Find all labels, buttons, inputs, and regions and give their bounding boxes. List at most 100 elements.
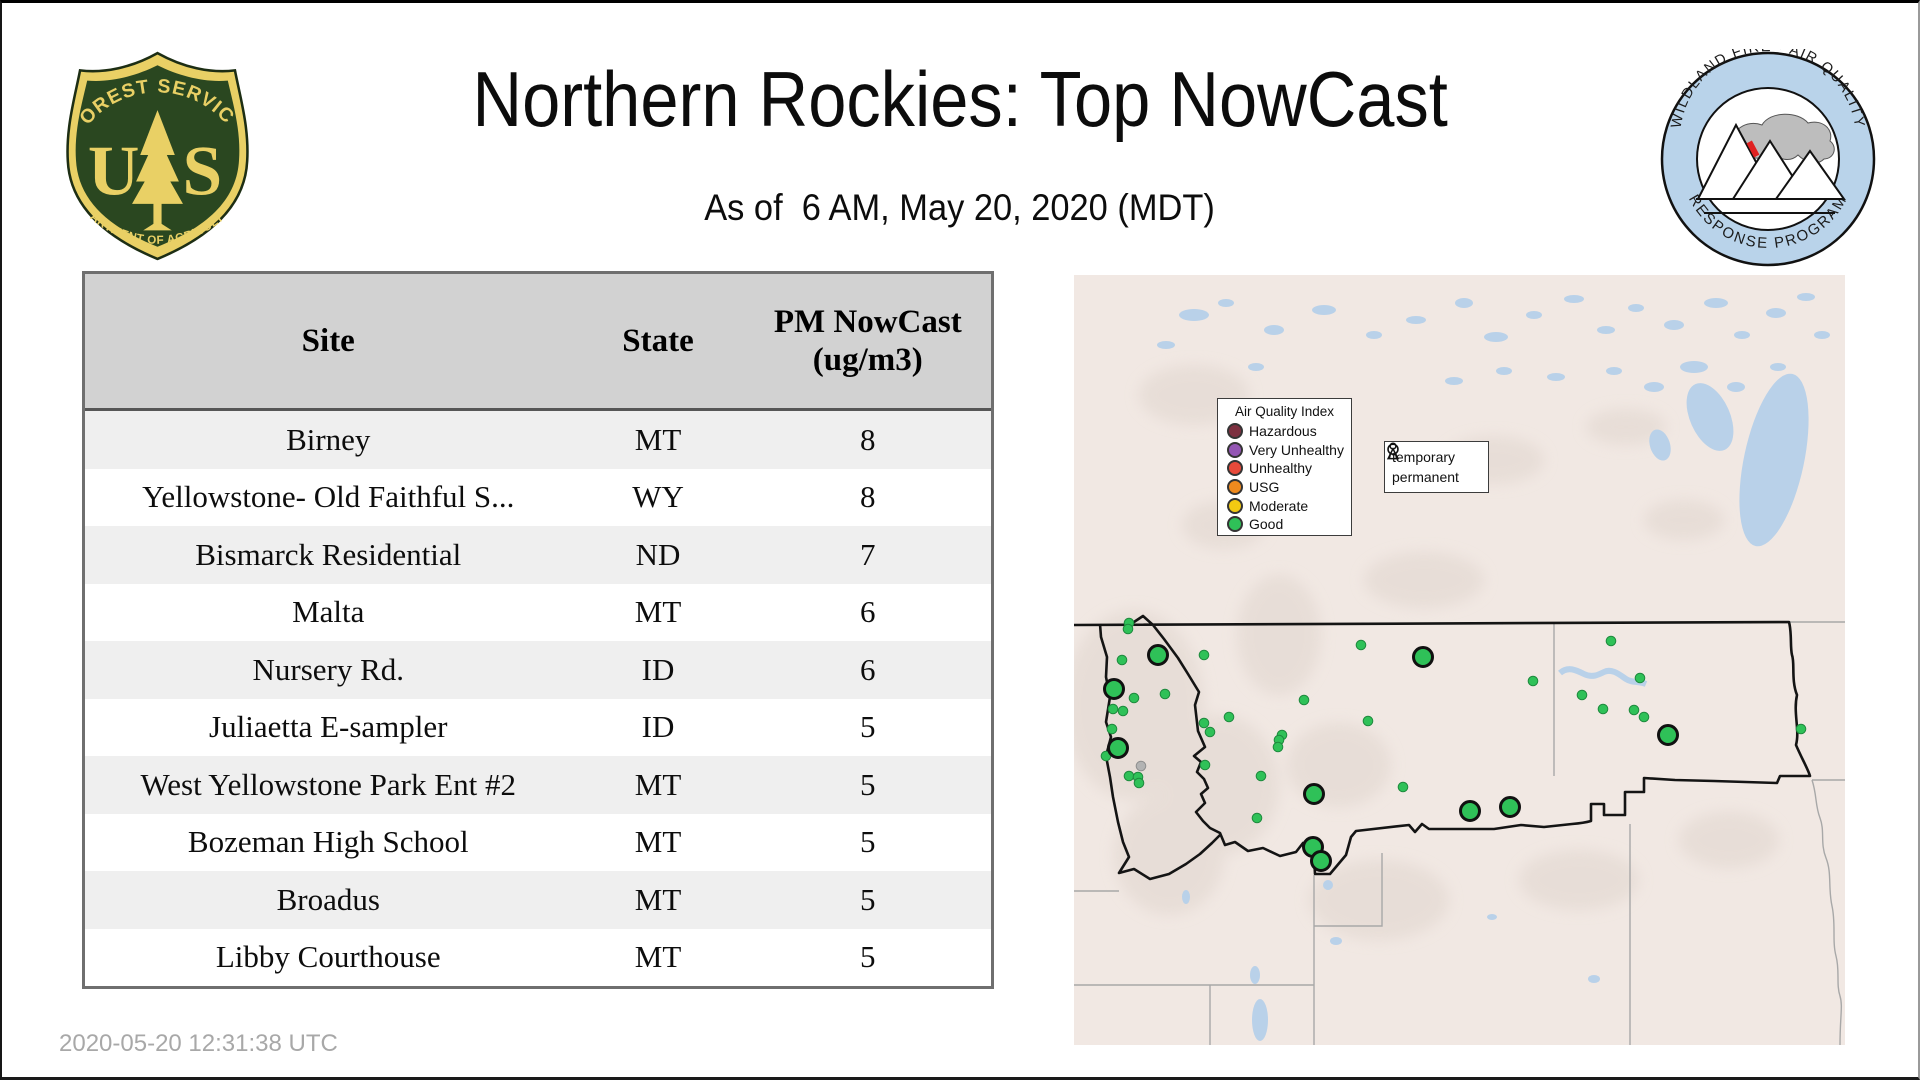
monitor-dot-permanent-good[interactable]	[1223, 711, 1235, 723]
monitor-dot-temporary-good[interactable]	[1459, 800, 1481, 822]
monitor-dot-permanent-good[interactable]	[1122, 623, 1134, 635]
aqi-legend-label: Good	[1249, 516, 1284, 533]
cell-value: 5	[860, 939, 876, 975]
cell-state: ND	[635, 536, 681, 572]
monitor-dot-permanent-good[interactable]	[1795, 723, 1807, 735]
legend-row-temporary: temporary	[1387, 443, 1488, 467]
table-row: West Yellowstone Park Ent #2 MT 5	[85, 756, 991, 814]
monitor-dot-temporary-good[interactable]	[1103, 678, 1125, 700]
aqi-legend-item: Good	[1227, 515, 1351, 534]
monitor-dot-permanent-good[interactable]	[1123, 770, 1135, 782]
monitor-dot-permanent-good[interactable]	[1107, 703, 1119, 715]
aqi-legend-label: Very Unhealthy	[1249, 441, 1344, 458]
cell-value: 5	[860, 824, 876, 860]
cell-value: 6	[860, 651, 876, 687]
generation-timestamp: 2020-05-20 12:31:38 UTC	[59, 1030, 338, 1057]
monitor-dot-permanent-good[interactable]	[1159, 688, 1171, 700]
header-state: State	[622, 323, 694, 359]
permanent-label: permanent	[1392, 469, 1459, 485]
monitor-dot-inactive[interactable]	[1135, 760, 1147, 772]
cell-state: MT	[634, 881, 682, 917]
monitor-dot-permanent-good[interactable]	[1355, 639, 1367, 651]
table-row: Malta MT 6	[85, 583, 991, 641]
legend-row-permanent: permanent	[1386, 442, 1488, 487]
cell-site: Libby Courthouse	[215, 939, 441, 975]
monitor-dot-permanent-good[interactable]	[1272, 741, 1284, 753]
cell-state: ID	[641, 709, 675, 745]
monitor-dot-permanent-good[interactable]	[1576, 689, 1588, 701]
cell-site: Nursery Rd.	[252, 651, 405, 687]
aqi-legend-label: Hazardous	[1249, 423, 1317, 440]
monitor-dot-permanent-good[interactable]	[1251, 812, 1263, 824]
cell-state: MT	[634, 939, 682, 975]
aqi-legend-label: USG	[1249, 479, 1280, 496]
monitor-dot-temporary-good[interactable]	[1147, 644, 1169, 666]
table-row: Broadus MT 5	[85, 871, 991, 929]
monitor-dot-permanent-good[interactable]	[1117, 705, 1129, 717]
aqi-legend-item: Very Unhealthy	[1227, 441, 1351, 460]
aqi-legend-items: Hazardous Very Unhealthy Unhealthy USG Moder…	[1218, 422, 1351, 534]
map-canvas	[1074, 293, 1845, 1045]
monitor-dot-permanent-good[interactable]	[1204, 726, 1216, 738]
aqi-color-dot	[1227, 516, 1243, 533]
monitor-dot-temporary-good[interactable]	[1107, 737, 1129, 759]
monitor-dot-temporary-good[interactable]	[1657, 724, 1679, 746]
monitor-dot-permanent-good[interactable]	[1255, 770, 1267, 782]
aqi-color-dot	[1227, 497, 1243, 514]
aqi-legend: Air Quality Index Hazardous Very Unhealth…	[1217, 398, 1352, 536]
wfaqrp-logo: WILDLAND FIRE • AIR QUALITY RESPONSE PRO…	[1660, 49, 1876, 267]
monitor-dot-temporary-good[interactable]	[1310, 850, 1332, 872]
cell-value: 5	[860, 709, 876, 745]
cell-site: Birney	[286, 421, 371, 457]
table-row: Juliaetta E-sampler ID 5	[85, 698, 991, 756]
monitor-dot-permanent-good[interactable]	[1116, 654, 1128, 666]
monitor-dot-permanent-good[interactable]	[1198, 717, 1210, 729]
monitor-dot-permanent-good[interactable]	[1128, 692, 1140, 704]
cell-site: West Yellowstone Park Ent #2	[140, 766, 517, 802]
monitor-dot-permanent-good[interactable]	[1605, 635, 1617, 647]
cell-state: MT	[634, 594, 682, 630]
monitor-dot-permanent-good[interactable]	[1198, 649, 1210, 661]
aqi-legend-item: Hazardous	[1227, 422, 1351, 441]
monitor-dot-temporary-good[interactable]	[1303, 783, 1325, 805]
cell-state: WY	[632, 479, 684, 515]
cell-state: MT	[634, 824, 682, 860]
cell-value: 7	[860, 536, 876, 572]
region-map: Air Quality Index Hazardous Very Unhealth…	[1074, 275, 1845, 1045]
monitor-dot-permanent-good[interactable]	[1527, 675, 1539, 687]
table-header-row: Site State PM NowCast (ug/m3)	[85, 274, 991, 411]
monitor-dot-permanent-good[interactable]	[1362, 715, 1374, 727]
aqi-legend-item: Moderate	[1227, 496, 1351, 515]
monitor-dot-permanent-good[interactable]	[1298, 694, 1310, 706]
monitor-dot-permanent-good[interactable]	[1628, 704, 1640, 716]
cell-state: MT	[634, 421, 682, 457]
aqi-color-dot	[1227, 479, 1243, 496]
monitor-dot-temporary-good[interactable]	[1499, 796, 1521, 818]
aqi-legend-item: USG	[1227, 478, 1351, 497]
table-row: Birney MT 8	[85, 411, 991, 469]
cell-site: Juliaetta E-sampler	[209, 709, 448, 745]
cell-state: MT	[634, 766, 682, 802]
page-title: Northern Rockies: Top NowCast	[472, 55, 1448, 143]
table-row: Bismarck Residential ND 7	[85, 526, 991, 584]
aqi-color-dot	[1227, 460, 1243, 477]
monitor-dot-permanent-good[interactable]	[1133, 777, 1145, 789]
monitor-dot-permanent-good[interactable]	[1397, 781, 1409, 793]
nowcast-table: Site State PM NowCast (ug/m3) Birney MT 8 Y…	[82, 271, 994, 989]
cell-site: Malta	[292, 594, 365, 630]
monitor-dot-permanent-good[interactable]	[1106, 723, 1118, 735]
cell-site: Bismarck Residential	[195, 536, 462, 572]
monitor-dot-permanent-good[interactable]	[1597, 703, 1609, 715]
table-row: Nursery Rd. ID 6	[85, 641, 991, 699]
aqi-color-dot	[1227, 423, 1243, 440]
page-subtitle: As of 6 AM, May 20, 2020 (MDT)	[704, 187, 1216, 228]
monitor-dot-permanent-good[interactable]	[1634, 672, 1646, 684]
cell-value: 8	[860, 421, 876, 457]
monitor-dot-permanent-good[interactable]	[1638, 711, 1650, 723]
monitor-dot-temporary-good[interactable]	[1412, 646, 1434, 668]
cell-value: 5	[860, 766, 876, 802]
cell-value: 6	[860, 594, 876, 630]
monitor-type-legend: temporary permanent	[1384, 441, 1489, 493]
table-body: Birney MT 8 Yellowstone- Old Faithful S... W…	[85, 411, 991, 986]
monitor-dot-permanent-good[interactable]	[1199, 759, 1211, 771]
